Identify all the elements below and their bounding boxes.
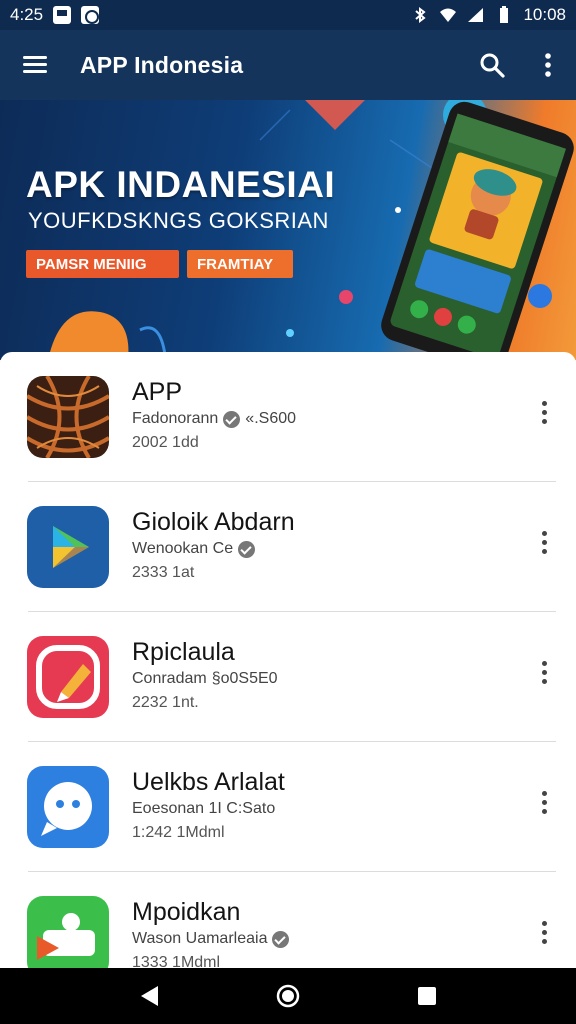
item-more-icon[interactable] [532, 912, 556, 952]
wifi-icon [440, 8, 457, 22]
photo-app-icon[interactable] [27, 896, 109, 968]
notification-icon [53, 6, 72, 24]
developer-name: Wason Uamarleaia [132, 930, 268, 947]
verified-icon [238, 540, 256, 558]
app-developer: Wenookan Ce [132, 540, 256, 558]
verified-icon [223, 410, 241, 428]
battery-icon [500, 6, 509, 23]
bluetooth-icon [415, 7, 427, 23]
developer-name: Conradam [132, 670, 207, 687]
list-item[interactable]: Mpoidkan Wason Uamarleaia 1333 1Mdml [0, 872, 576, 968]
pencil-app-icon[interactable] [27, 636, 109, 718]
app-meta: 1:242 1Mdml [132, 824, 225, 841]
list-item[interactable]: Gioloik Abdarn Wenookan Ce 2333 1at [0, 482, 576, 612]
app-developer: Wason Uamarleaia [132, 930, 290, 948]
item-more-icon[interactable] [532, 392, 556, 432]
list-item[interactable]: Rpiclaula Conradam §o0S5E0 2232 1nt. [0, 612, 576, 742]
app-meta: 2002 1dd [132, 434, 199, 451]
developer-name: Fadonorann [132, 410, 219, 427]
app-name: Rpiclaula [132, 638, 235, 666]
play-app-icon[interactable] [27, 506, 109, 588]
home-icon[interactable] [260, 968, 316, 1024]
app-meta: 2232 1nt. [132, 694, 199, 711]
more-vert-icon[interactable] [520, 30, 576, 100]
verified-icon [272, 930, 290, 948]
status-time-left: 4:25 [10, 5, 44, 24]
item-more-icon[interactable] [532, 652, 556, 692]
pattern-app-icon[interactable] [27, 376, 109, 458]
app-name: APP [132, 378, 183, 406]
app-name: Uelkbs Arlalat [132, 768, 285, 796]
status-time-right: 10:08 [523, 5, 566, 24]
status-right: 10:08 [411, 5, 566, 25]
app-list: APP Fadonorann «.S600 2002 1dd Gioloik A… [0, 352, 576, 968]
status-bar: 4:25 10:08 [0, 0, 576, 30]
app-notification-icon [81, 6, 100, 24]
app-name: Mpoidkan [132, 898, 241, 926]
menu-icon[interactable] [0, 30, 70, 100]
app-name: Gioloik Abdarn [132, 508, 295, 536]
developer-extra: «.S600 [245, 410, 297, 427]
system-nav-bar [0, 968, 576, 1024]
developer-name: Eoesonan 1I C:Sato [132, 800, 276, 817]
app-developer: Conradam §o0S5E0 [132, 670, 278, 688]
app-bar: APP Indonesia [0, 30, 576, 100]
item-more-icon[interactable] [532, 782, 556, 822]
list-item[interactable]: Uelkbs Arlalat Eoesonan 1I C:Sato 1:242 … [0, 742, 576, 872]
app-meta: 1333 1Mdml [132, 954, 221, 968]
recents-icon[interactable] [399, 968, 455, 1024]
search-icon[interactable] [464, 30, 520, 100]
app-developer: Fadonorann «.S600 [132, 410, 296, 428]
app-title: APP Indonesia [80, 51, 244, 78]
back-icon[interactable] [121, 968, 177, 1024]
app-meta: 2333 1at [132, 564, 195, 581]
developer-extra: §o0S5E0 [211, 670, 278, 687]
promo-banner[interactable]: APK INDANESIAI YOUFKDSKNGS GOKSRIAN PAMS… [0, 100, 576, 360]
banner-button-primary[interactable]: PAMSR MENIIG [26, 250, 179, 278]
list-item[interactable]: APP Fadonorann «.S600 2002 1dd [0, 352, 576, 482]
banner-title: APK INDANESIAI [26, 164, 336, 205]
chat-app-icon[interactable] [27, 766, 109, 848]
developer-name: Wenookan Ce [132, 540, 234, 557]
item-more-icon[interactable] [532, 522, 556, 562]
app-developer: Eoesonan 1I C:Sato [132, 800, 275, 818]
banner-button-secondary[interactable]: FRAMTIAY [187, 250, 293, 278]
signal-icon [468, 8, 484, 22]
status-left: 4:25 [10, 5, 100, 25]
banner-subtitle: YOUFKDSKNGS GOKSRIAN [28, 208, 329, 233]
